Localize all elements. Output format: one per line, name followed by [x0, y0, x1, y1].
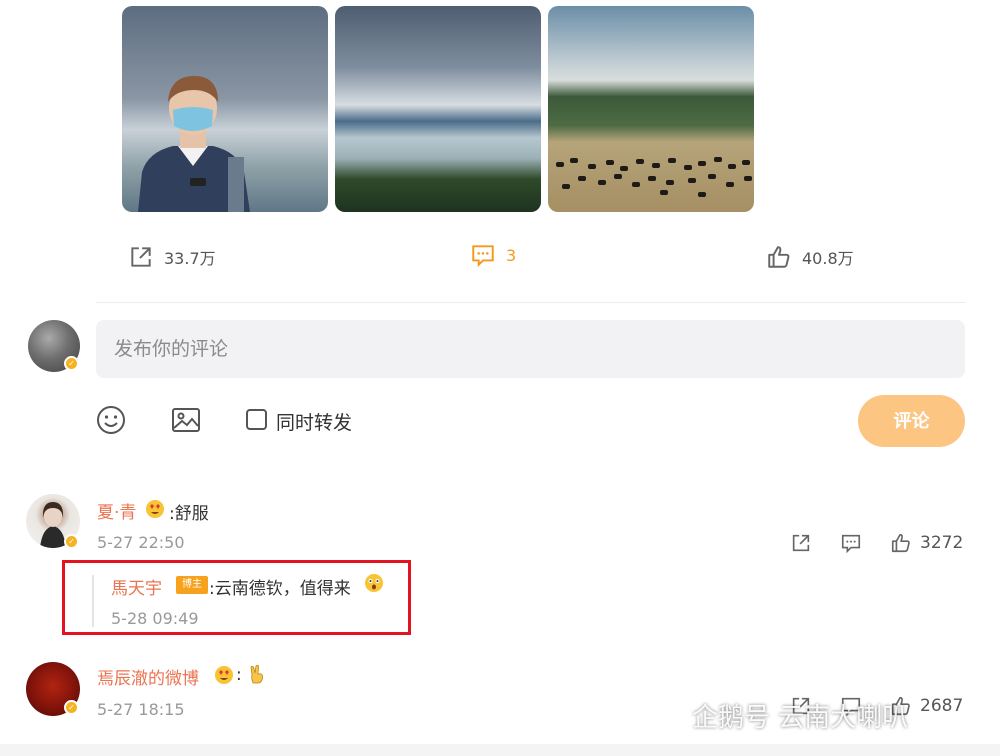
divider — [96, 302, 966, 303]
yak — [666, 180, 674, 185]
yak — [648, 176, 656, 181]
comment-username[interactable]: 夏·青 — [97, 498, 136, 523]
comment-icon — [841, 534, 861, 554]
photo-person[interactable] — [122, 6, 328, 212]
surprised-emoji-icon — [365, 574, 383, 592]
comment-like-count: 2687 — [920, 696, 964, 716]
penguin-logo-icon — [654, 701, 680, 732]
person-figure — [138, 76, 250, 212]
yak — [668, 158, 676, 163]
heart-eyes-emoji-icon — [146, 500, 164, 518]
victory-hand-emoji-icon — [250, 664, 264, 684]
share-count: 33.7万 — [164, 249, 216, 268]
post-action-bar: 33.7万 3 40.8万 — [0, 236, 1000, 276]
comment-time: 5-27 18:15 — [97, 700, 185, 719]
emoji-picker-icon[interactable] — [95, 404, 127, 436]
yak — [742, 160, 750, 165]
comment-text: : — [236, 664, 267, 685]
comment-like-count: 3272 — [920, 533, 964, 553]
repost-label: 同时转发 — [276, 412, 353, 434]
author-tag: 博主 — [176, 576, 208, 594]
thumbs-up-icon — [768, 246, 790, 268]
share-icon — [131, 247, 151, 267]
yak — [570, 158, 578, 163]
watermark-text: 企鹅号 云南大喇叭 — [692, 703, 909, 733]
yak — [562, 184, 570, 189]
comment-button[interactable]: 3 — [470, 242, 516, 268]
yak — [556, 162, 564, 167]
verified-badge-icon: ✓ — [64, 534, 79, 549]
comment-time: 5-27 22:50 — [97, 533, 185, 552]
yak — [698, 161, 706, 166]
photo-grassland[interactable] — [548, 6, 754, 212]
thumbs-up-icon — [891, 533, 910, 553]
comment-input[interactable]: 发布你的评论 — [96, 320, 965, 378]
yak — [632, 182, 640, 187]
yak — [660, 190, 668, 195]
submit-comment-button[interactable]: 评论 — [858, 395, 965, 447]
yak — [698, 192, 706, 197]
yak-herd — [548, 154, 754, 198]
comment-icon — [472, 245, 494, 268]
yak — [598, 180, 606, 185]
reply-username[interactable]: 馬天宇 — [111, 574, 162, 599]
comment-text-colon: : — [236, 665, 242, 685]
yak — [684, 165, 692, 170]
share-icon — [792, 534, 810, 552]
comment-share-button[interactable] — [790, 532, 812, 554]
post-photo-grid — [122, 6, 754, 212]
yak — [714, 157, 722, 162]
yak — [606, 160, 614, 165]
yak — [728, 164, 736, 169]
verified-badge-icon: ✓ — [64, 356, 79, 371]
yak — [688, 178, 696, 183]
comment-like-button[interactable]: 3272 — [890, 532, 963, 554]
comment-username[interactable]: 焉辰澈的微博 — [97, 664, 199, 689]
like-button[interactable]: 40.8万 — [766, 244, 854, 270]
comment-count: 3 — [506, 245, 517, 265]
reply-time: 5-28 09:49 — [111, 609, 199, 628]
watermark: 企鹅号 云南大喇叭 — [650, 697, 908, 734]
repost-checkbox[interactable] — [246, 409, 267, 430]
heart-eyes-emoji-icon — [215, 666, 233, 684]
yak — [652, 163, 660, 168]
yak — [708, 174, 716, 179]
yak — [578, 176, 586, 181]
yak — [588, 164, 596, 169]
image-upload-icon[interactable] — [170, 404, 202, 436]
yak — [636, 159, 644, 164]
yak — [744, 176, 752, 181]
verified-badge-icon: ✓ — [64, 700, 79, 715]
comment-reply-button[interactable] — [840, 532, 862, 554]
bottom-strip — [0, 744, 1000, 756]
reply-indent-line — [92, 575, 94, 627]
yak — [614, 174, 622, 179]
share-button[interactable]: 33.7万 — [128, 244, 216, 270]
comment-text: :舒服 — [169, 504, 209, 524]
photo-lake[interactable] — [335, 6, 541, 212]
yak — [726, 182, 734, 187]
yak — [620, 166, 628, 171]
reply-text: :云南德钦，值得来 — [209, 579, 351, 599]
like-count: 40.8万 — [802, 249, 854, 268]
